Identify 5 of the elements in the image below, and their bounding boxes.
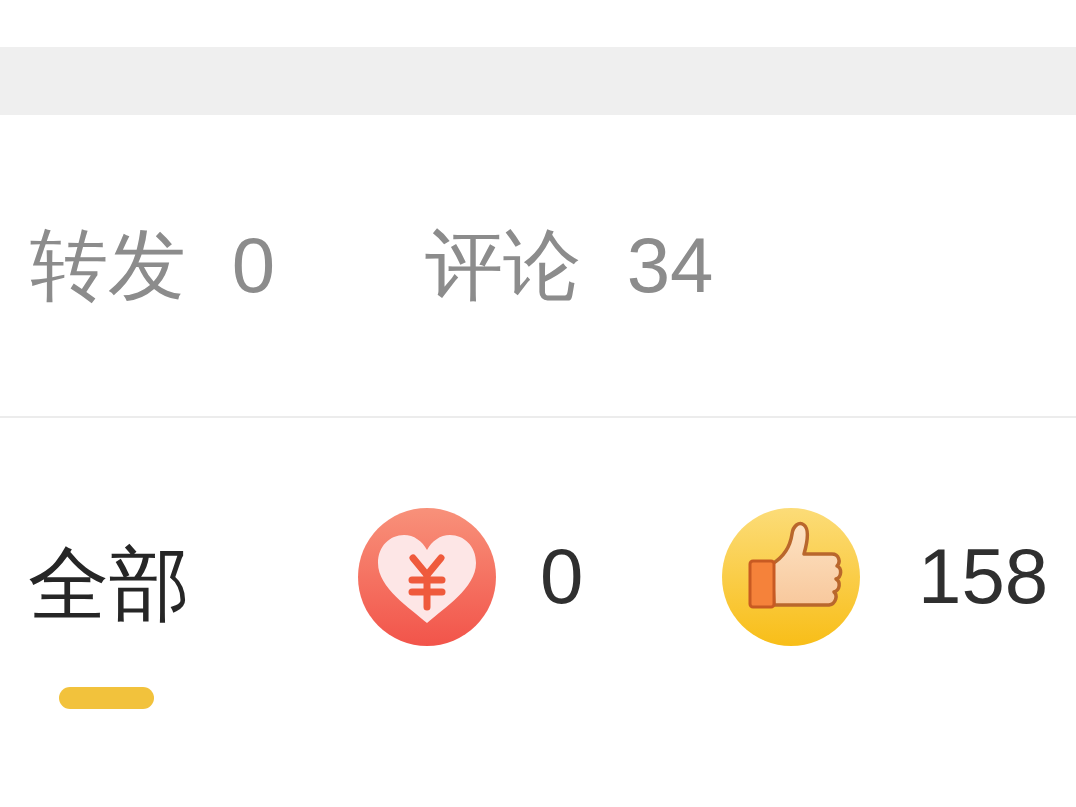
like-tab[interactable]: 158 bbox=[722, 508, 1049, 709]
reward-tab[interactable]: 0 bbox=[358, 508, 584, 709]
thumbs-up-icon bbox=[722, 508, 860, 646]
all-tab[interactable]: 全部 bbox=[28, 508, 190, 709]
heart-yen-icon bbox=[358, 508, 496, 646]
